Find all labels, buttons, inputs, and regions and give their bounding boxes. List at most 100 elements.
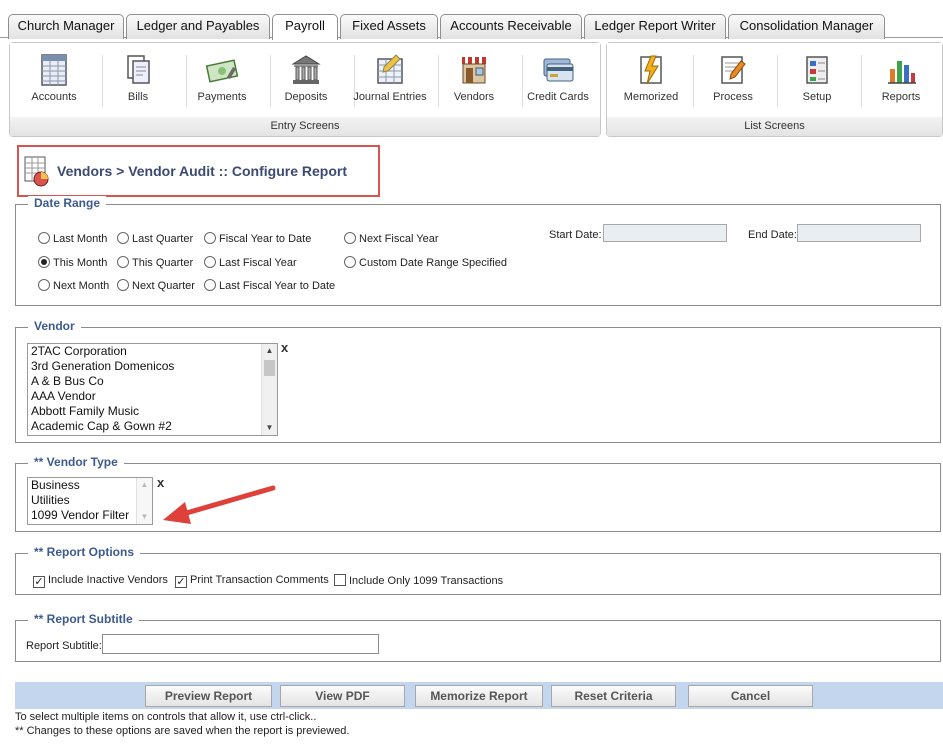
radio-last-fiscal-year-to-date[interactable]: Last Fiscal Year to Date (204, 279, 335, 292)
reset-criteria-button[interactable]: Reset Criteria (551, 685, 676, 707)
list-item[interactable]: A & B Bus Co (28, 374, 277, 389)
process-icon (721, 56, 746, 84)
radio-dot-selected[interactable] (38, 256, 50, 268)
action-button-bar: Preview Report View PDF Memorize Report … (15, 682, 943, 709)
bills-icon (127, 55, 150, 84)
ribbon-group-list-screens: Memorized Process Setup Reports List Scr… (606, 42, 943, 137)
tab-accounts-receivable[interactable]: Accounts Receivable (440, 14, 582, 39)
scroll-up-icon[interactable]: ▲ (137, 478, 152, 492)
vendor-clear-icon[interactable]: x (281, 340, 288, 355)
scroll-down-icon[interactable]: ▼ (137, 510, 152, 524)
tab-church-manager[interactable]: Church Manager (8, 14, 124, 39)
ribbon-journal-entries-button[interactable]: Journal Entries (350, 53, 430, 115)
ribbon-accounts-button[interactable]: Accounts (14, 53, 94, 115)
cancel-button[interactable]: Cancel (688, 685, 813, 707)
radio-label: Fiscal Year to Date (219, 233, 312, 245)
ribbon-process-button[interactable]: Process (693, 53, 773, 115)
radio-dot[interactable] (117, 279, 129, 291)
ribbon-payments-button[interactable]: Payments (182, 53, 262, 115)
list-item[interactable]: 1099 Vendor Filter (28, 508, 152, 523)
list-item[interactable]: Utilities (28, 493, 152, 508)
list-item[interactable]: AAA Vendor (28, 389, 277, 404)
checkbox-checked-icon[interactable]: ✓ (175, 576, 187, 588)
radio-last-fiscal-year[interactable]: Last Fiscal Year (204, 256, 297, 269)
radio-last-month[interactable]: Last Month (38, 232, 107, 245)
end-date-label: End Date: (748, 229, 797, 241)
vendor-type-scrollbar[interactable]: ▲ ▼ (136, 478, 152, 524)
checkbox-include-inactive-vendors[interactable]: ✓ Include Inactive Vendors (33, 574, 168, 588)
vendor-legend: Vendor (28, 319, 81, 333)
radio-dot[interactable] (204, 279, 216, 291)
credit-card-icon (543, 58, 574, 82)
radio-label: Custom Date Range Specified (359, 257, 507, 269)
list-item[interactable]: 2TAC Corporation (28, 344, 277, 359)
radio-fiscal-year-to-date[interactable]: Fiscal Year to Date (204, 232, 311, 245)
list-item[interactable]: Abbott Family Music (28, 404, 277, 419)
report-subtitle-legend: ** Report Subtitle (28, 612, 139, 626)
list-item[interactable]: Business (28, 478, 152, 493)
ribbon-reports-button[interactable]: Reports (861, 53, 941, 115)
tab-payroll[interactable]: Payroll (272, 14, 338, 40)
checkbox-include-only-1099[interactable]: Include Only 1099 Transactions (334, 574, 503, 587)
radio-next-quarter[interactable]: Next Quarter (117, 279, 195, 292)
radio-dot[interactable] (204, 232, 216, 244)
checkbox-label: Print Transaction Comments (190, 574, 329, 586)
memorize-report-button[interactable]: Memorize Report (415, 685, 543, 707)
radio-dot[interactable] (38, 232, 50, 244)
scroll-up-icon[interactable]: ▲ (262, 344, 277, 358)
tab-ledger-report-writer[interactable]: Ledger Report Writer (584, 14, 726, 39)
ribbon-vendors-label: Vendors (453, 91, 495, 103)
report-subtitle-section: ** Report Subtitle Report Subtitle: (15, 612, 941, 662)
ribbon-accounts-label: Accounts (31, 91, 77, 103)
tab-ledger-and-payables[interactable]: Ledger and Payables (126, 14, 270, 39)
ribbon-memorized-button[interactable]: Memorized (611, 53, 691, 115)
radio-dot[interactable] (344, 256, 356, 268)
radio-next-fiscal-year[interactable]: Next Fiscal Year (344, 232, 438, 245)
vendor-listbox-scrollbar[interactable]: ▲ ▼ (261, 344, 277, 435)
radio-label: Next Quarter (132, 280, 195, 292)
checkbox-checked-icon[interactable]: ✓ (33, 576, 45, 588)
radio-dot[interactable] (38, 279, 50, 291)
checkbox-unchecked-icon[interactable] (334, 574, 346, 586)
setup-icon (806, 56, 828, 84)
radio-dot[interactable] (117, 256, 129, 268)
preview-report-button[interactable]: Preview Report (145, 685, 272, 707)
help-note-saved-options: ** Changes to these options are saved wh… (15, 725, 350, 737)
radio-this-quarter[interactable]: This Quarter (117, 256, 193, 269)
radio-this-month[interactable]: This Month (38, 256, 107, 269)
radio-dot[interactable] (117, 232, 129, 244)
radio-label: Last Fiscal Year to Date (219, 280, 336, 292)
checkbox-label: Include Inactive Vendors (48, 574, 168, 586)
vendor-listbox[interactable]: 2TAC Corporation 3rd Generation Domenico… (27, 343, 278, 436)
radio-dot[interactable] (344, 232, 356, 244)
ribbon-vendors-button[interactable]: Vendors (434, 53, 514, 115)
end-date-input[interactable] (797, 224, 921, 242)
ribbon-bills-button[interactable]: Bills (98, 53, 178, 115)
ribbon-deposits-button[interactable]: Deposits (266, 53, 346, 115)
view-pdf-button[interactable]: View PDF (280, 685, 405, 707)
radio-dot[interactable] (204, 256, 216, 268)
tab-consolidation-manager[interactable]: Consolidation Manager (728, 14, 885, 39)
checkbox-print-transaction-comments[interactable]: ✓ Print Transaction Comments (175, 574, 329, 588)
radio-last-quarter[interactable]: Last Quarter (117, 232, 193, 245)
start-date-input[interactable] (603, 224, 727, 242)
start-date-label: Start Date: (549, 229, 602, 241)
ribbon-credit-cards-button[interactable]: Credit Cards (518, 53, 598, 115)
list-item[interactable]: Academic Cap & Gown #2 (28, 419, 277, 434)
ribbon-payments-label: Payments (197, 91, 247, 103)
scroll-thumb[interactable] (264, 360, 275, 376)
radio-label: Next Month (53, 280, 110, 292)
ribbon-bills-label: Bills (127, 91, 149, 103)
vendor-type-listbox[interactable]: Business Utilities 1099 Vendor Filter ▲ … (27, 477, 153, 525)
scroll-down-icon[interactable]: ▼ (262, 421, 277, 435)
radio-custom-date-range[interactable]: Custom Date Range Specified (344, 256, 507, 269)
help-note-multiselect: To select multiple items on controls tha… (15, 711, 317, 723)
radio-next-month[interactable]: Next Month (38, 279, 109, 292)
radio-label: Last Month (53, 233, 108, 245)
bank-deposits-icon (291, 55, 321, 84)
tab-fixed-assets[interactable]: Fixed Assets (340, 14, 438, 39)
list-item[interactable]: 3rd Generation Domenicos (28, 359, 277, 374)
ribbon-setup-button[interactable]: Setup (777, 53, 857, 115)
report-subtitle-input[interactable] (102, 634, 379, 654)
memorized-icon (640, 55, 662, 85)
